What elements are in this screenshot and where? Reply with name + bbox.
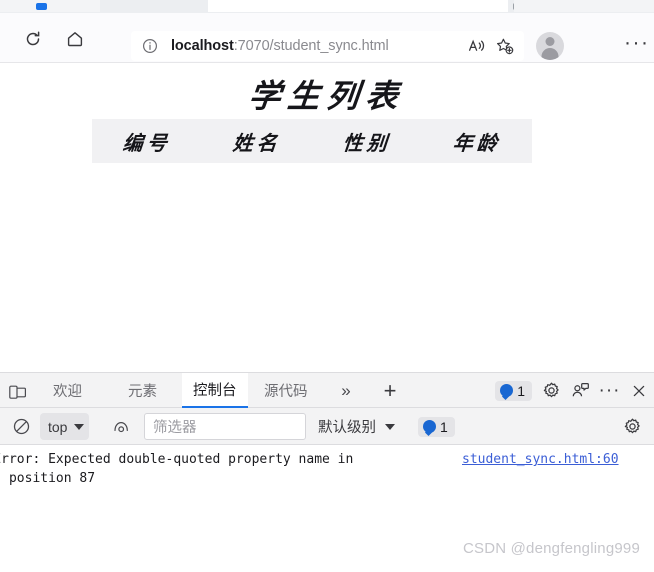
feedback-icon[interactable] (567, 377, 594, 404)
tab-label: 控制台 (193, 383, 237, 399)
devtools-tab-sources[interactable]: 源代码 (253, 373, 319, 408)
tab-label: 元素 (128, 384, 157, 400)
console-toolbar: top 筛选器 默认级别 1 (0, 408, 654, 445)
column-header-id: 编号 (121, 130, 172, 155)
console-settings-gear-icon[interactable] (619, 413, 646, 440)
profile-avatar[interactable] (536, 32, 564, 60)
tab-favicon (36, 3, 47, 10)
tab-label: 欢迎 (53, 384, 82, 400)
add-tab-icon[interactable]: + (378, 378, 402, 403)
omnibox-actions (462, 31, 524, 61)
student-table: 编号 姓名 性别 年龄 (92, 119, 532, 163)
chevron-down-icon (74, 423, 85, 430)
add-favorite-icon[interactable] (490, 33, 518, 59)
gear-icon[interactable] (538, 377, 565, 404)
page-viewport: 学生列表 编号 姓名 性别 年龄 (0, 63, 654, 372)
browser-tab-active[interactable] (208, 0, 524, 12)
more-tabs-icon[interactable]: » (335, 380, 357, 402)
url-host: localhost (171, 38, 234, 54)
error-count: 1 (517, 382, 525, 399)
console-level-selector[interactable]: 默认级别 (318, 413, 395, 440)
browser-toolbar: localhost:7070/student_sync.html ··· (0, 13, 654, 63)
browser-tab-strip (0, 0, 654, 13)
live-expression-icon[interactable] (108, 413, 135, 440)
devtools-tab-console[interactable]: 控制台 (182, 373, 248, 408)
console-context-selector[interactable]: top (40, 413, 90, 440)
address-bar[interactable]: localhost:7070/student_sync.html (131, 31, 524, 61)
tab-label: 源代码 (264, 384, 308, 400)
console-message-text: ntaxError: Expected double-quoted proper… (0, 452, 354, 486)
device-toolbar-icon[interactable] (6, 380, 28, 402)
refresh-icon[interactable] (20, 26, 46, 52)
console-error-count: 1 (440, 418, 448, 435)
devtools-tab-bar: 欢迎 元素 控制台 源代码 » + 1 ··· (0, 373, 654, 408)
column-header-gender: 性别 (341, 130, 392, 155)
table-header-row: 编号 姓名 性别 年龄 (92, 119, 532, 163)
url-path: :7070/student_sync.html (233, 38, 389, 54)
browser-tab[interactable] (514, 0, 654, 12)
chevron-down-icon (385, 423, 395, 430)
console-filter-input[interactable]: 筛选器 (144, 413, 306, 440)
devtools-tab-welcome[interactable]: 欢迎 (42, 373, 93, 408)
console-error-badge[interactable]: 1 (418, 413, 455, 440)
read-aloud-icon[interactable] (462, 33, 490, 59)
console-message-error[interactable]: ntaxError: Expected double-quoted proper… (0, 448, 654, 486)
column-header-name: 姓名 (231, 130, 282, 155)
browser-window: localhost:7070/student_sync.html ··· 学生列… (0, 0, 654, 572)
page-title: 学生列表 (246, 77, 407, 115)
error-dot-icon (423, 420, 436, 433)
devtools-error-badge[interactable]: 1 (495, 380, 532, 401)
info-icon[interactable] (142, 38, 158, 54)
avatar (536, 32, 564, 60)
console-message-list: ntaxError: Expected double-quoted proper… (0, 445, 654, 571)
watermark: CSDN @dengfengling999 (462, 540, 640, 557)
console-message-source-link[interactable]: student_sync.html:60 (462, 452, 619, 467)
devtools-tab-elements[interactable]: 元素 (117, 373, 168, 408)
context-label: top (48, 418, 68, 435)
clear-console-icon[interactable] (8, 413, 35, 440)
browser-tab[interactable] (0, 0, 100, 12)
home-icon[interactable] (62, 26, 88, 52)
url-text: localhost:7070/student_sync.html (171, 38, 389, 54)
close-icon[interactable] (625, 377, 652, 404)
browser-settings-more-icon[interactable]: ··· (624, 32, 649, 53)
filter-placeholder: 筛选器 (153, 420, 197, 436)
column-header-age: 年龄 (451, 130, 502, 155)
devtools-actions: 1 ··· (495, 373, 652, 408)
devtools-more-icon[interactable]: ··· (596, 377, 623, 404)
devtools-panel: 欢迎 元素 控制台 源代码 » + 1 ··· top 筛选器 默认级别 1 r… (0, 372, 654, 572)
level-label: 默认级别 (318, 420, 376, 436)
error-dot-icon (500, 384, 514, 397)
